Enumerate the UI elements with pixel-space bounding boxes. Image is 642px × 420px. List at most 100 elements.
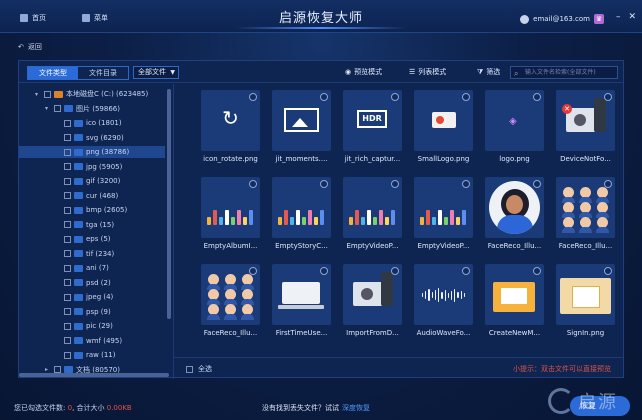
file-checkbox[interactable] xyxy=(391,93,399,101)
file-tile[interactable]: AudioWaveFo... xyxy=(414,264,473,341)
file-tile[interactable]: HDR jit_rich_captur... xyxy=(343,90,402,167)
tree-node[interactable]: pic (29) xyxy=(19,320,165,332)
close-icon[interactable]: ✕ xyxy=(628,12,636,22)
file-tile[interactable]: ImportFromD... xyxy=(343,264,402,341)
tree-node[interactable]: bmp (2605) xyxy=(19,204,165,216)
expand-toggle-icon[interactable]: ▾ xyxy=(45,105,51,112)
tree-node[interactable]: ▸ 文档 (80570) xyxy=(19,364,165,376)
expand-toggle-icon[interactable]: ▾ xyxy=(35,91,41,98)
file-tile[interactable]: SmallLogo.png xyxy=(414,90,473,167)
file-checkbox[interactable] xyxy=(320,267,328,275)
tree-checkbox[interactable] xyxy=(64,337,71,344)
tab-file-type[interactable]: 文件类型 xyxy=(28,67,78,79)
file-thumbnail[interactable] xyxy=(414,90,473,151)
file-thumbnail[interactable]: HDR xyxy=(343,90,402,151)
tree-checkbox[interactable] xyxy=(64,192,71,199)
deep-recover-link[interactable]: 深度恢复 xyxy=(342,404,370,412)
tree-checkbox[interactable] xyxy=(64,322,71,330)
file-thumbnail[interactable] xyxy=(556,264,615,325)
tree-checkbox[interactable] xyxy=(64,308,71,315)
file-thumbnail[interactable] xyxy=(201,264,260,325)
file-thumbnail[interactable]: ↻ xyxy=(201,90,260,151)
tree-node[interactable]: svg (6290) xyxy=(19,132,165,144)
tree-node[interactable]: gif (3200) xyxy=(19,175,165,187)
file-tile[interactable]: ✕ DeviceNotFo... xyxy=(556,90,615,167)
tree-node[interactable]: tga (15) xyxy=(19,219,165,231)
tree-checkbox[interactable] xyxy=(64,148,71,156)
file-thumbnail[interactable] xyxy=(485,177,544,238)
file-tile[interactable]: jit_moments.... xyxy=(272,90,331,167)
file-checkbox[interactable] xyxy=(320,180,328,188)
vip-crown-icon[interactable]: ♛ xyxy=(594,14,604,24)
tree-node[interactable]: jpg (5905) xyxy=(19,161,165,173)
file-thumbnail[interactable] xyxy=(414,264,473,325)
file-tile[interactable]: ↻ icon_rotate.png xyxy=(201,90,260,167)
preview-mode-button[interactable]: ◉ 预览模式 xyxy=(345,67,382,77)
file-checkbox[interactable] xyxy=(533,180,541,188)
file-checkbox[interactable] xyxy=(604,267,612,275)
file-thumbnail[interactable] xyxy=(343,177,402,238)
file-checkbox[interactable] xyxy=(533,93,541,101)
file-checkbox[interactable] xyxy=(249,93,257,101)
file-checkbox[interactable] xyxy=(604,180,612,188)
tree-checkbox[interactable] xyxy=(54,366,61,373)
file-thumbnail[interactable] xyxy=(272,90,331,151)
tree-node[interactable]: ico (1801) xyxy=(19,117,165,129)
file-tile[interactable]: ◈ logo.png xyxy=(485,90,544,167)
file-tile[interactable]: CreateNewM... xyxy=(485,264,544,341)
file-thumbnail[interactable]: ◈ xyxy=(485,90,544,151)
tree-checkbox[interactable] xyxy=(64,264,71,272)
file-checkbox[interactable] xyxy=(320,93,328,101)
file-thumbnail[interactable] xyxy=(201,177,260,238)
file-thumbnail[interactable] xyxy=(272,264,331,325)
tree-node[interactable]: raw (11) xyxy=(19,349,165,361)
tree-checkbox[interactable] xyxy=(64,235,71,243)
tree-node[interactable]: png (38786) xyxy=(19,146,165,158)
tree-node[interactable]: psp (9) xyxy=(19,306,165,318)
tree-checkbox[interactable] xyxy=(64,351,71,359)
tree-node[interactable]: ani (7) xyxy=(19,262,165,274)
file-thumbnail[interactable]: ✕ xyxy=(556,90,615,151)
file-tile[interactable]: FaceReco_Illu... xyxy=(485,177,544,254)
file-thumbnail[interactable] xyxy=(556,177,615,238)
tree-checkbox[interactable] xyxy=(64,163,71,170)
tree-checkbox[interactable] xyxy=(64,221,71,228)
file-checkbox[interactable] xyxy=(533,267,541,275)
file-checkbox[interactable] xyxy=(391,267,399,275)
file-thumbnail[interactable] xyxy=(272,177,331,238)
tab-file-directory[interactable]: 文件目录 xyxy=(78,67,128,79)
tree-node[interactable]: cur (468) xyxy=(19,190,165,202)
file-thumbnail[interactable] xyxy=(343,264,402,325)
tree-node[interactable]: ▾ 图片 (59866) xyxy=(19,103,165,115)
tree-node[interactable]: tif (234) xyxy=(19,248,165,260)
back-button[interactable]: ↶ 返回 xyxy=(18,42,42,52)
select-all-checkbox[interactable]: 全选 xyxy=(186,364,212,374)
file-checkbox[interactable] xyxy=(249,180,257,188)
tree-node[interactable]: ▾ 本地磁盘C (C:) (623485) xyxy=(19,88,165,100)
file-tile[interactable]: EmptyAlbumI... xyxy=(201,177,260,254)
file-tile[interactable]: SignIn.png xyxy=(556,264,615,341)
file-checkbox[interactable] xyxy=(462,93,470,101)
file-tile[interactable]: FaceReco_Illu... xyxy=(556,177,615,254)
tree-checkbox[interactable] xyxy=(64,119,71,127)
tree-node[interactable]: wmf (495) xyxy=(19,335,165,347)
search-input[interactable]: ⌕ 输入文件名检索(全部文件) xyxy=(510,66,618,79)
file-thumbnail[interactable] xyxy=(414,177,473,238)
file-tile[interactable]: FirstTimeUse... xyxy=(272,264,331,341)
tree-checkbox[interactable] xyxy=(44,90,51,98)
tree-checkbox[interactable] xyxy=(64,134,71,141)
tree-scrollbar[interactable] xyxy=(167,89,171,319)
tree-checkbox[interactable] xyxy=(64,177,71,185)
expand-toggle-icon[interactable]: ▸ xyxy=(45,366,51,373)
filter-button[interactable]: ⧩ 筛选 xyxy=(477,67,500,77)
tree-checkbox[interactable] xyxy=(64,250,71,257)
user-account[interactable]: email@163.com ♛ xyxy=(520,14,604,24)
tree-checkbox[interactable] xyxy=(64,293,71,301)
file-checkbox[interactable] xyxy=(604,93,612,101)
tree-checkbox[interactable] xyxy=(64,279,71,286)
tree-node[interactable]: psd (2) xyxy=(19,277,165,289)
tree-checkbox[interactable] xyxy=(54,105,61,112)
file-filter-select[interactable]: 全部文件 ▼ xyxy=(133,66,179,79)
file-checkbox[interactable] xyxy=(462,180,470,188)
tree-node[interactable]: eps (5) xyxy=(19,233,165,245)
